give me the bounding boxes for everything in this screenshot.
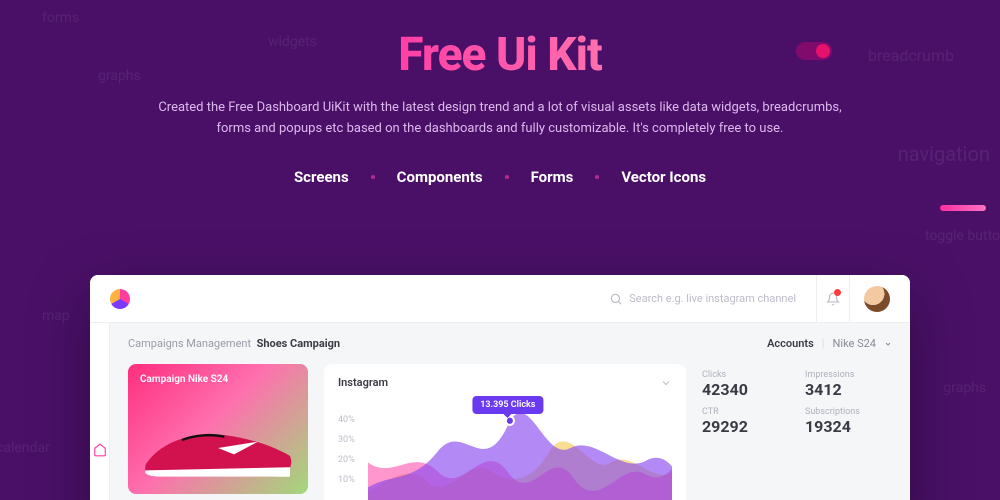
stat-label: Clicks — [702, 370, 789, 380]
shoe-illustration — [138, 408, 298, 488]
stat-clicks: Clicks 42340 — [702, 370, 789, 399]
stat-subscriptions: Subscriptions 19324 — [805, 407, 892, 436]
page-title: Free Ui Kit — [398, 28, 601, 82]
stat-impressions: Impressions 3412 — [805, 370, 892, 399]
nav-separator-icon — [505, 175, 509, 179]
nav-separator-icon — [595, 175, 599, 179]
nav-separator-icon — [371, 175, 375, 179]
avatar[interactable] — [864, 286, 890, 312]
chart-y-axis: 40% 30% 20% 10% — [338, 410, 355, 490]
campaign-card[interactable]: Campaign Nike S24 — [128, 364, 308, 494]
search-input[interactable]: Search e.g. live instagram channel — [609, 292, 796, 306]
bg-word-calendar: calendar — [0, 440, 50, 456]
stat-value: 29292 — [702, 417, 789, 436]
accounts-selected: Nike S24 — [833, 337, 876, 350]
chevron-down-icon[interactable] — [660, 377, 672, 389]
area-chart — [368, 400, 672, 500]
notification-badge-icon — [834, 289, 841, 296]
y-tick: 10% — [338, 470, 355, 490]
account-selector[interactable]: Accounts | Nike S24 — [767, 337, 892, 350]
breadcrumb: Campaigns Management Shoes Campaign Acco… — [128, 337, 892, 350]
search-placeholder: Search e.g. live instagram channel — [629, 292, 796, 305]
stat-value: 19324 — [805, 417, 892, 436]
y-tick: 40% — [338, 410, 355, 430]
hero-nav: Screens Components Forms Vector Icons — [0, 168, 1000, 186]
dashboard-topbar: Search e.g. live instagram channel — [90, 275, 910, 323]
bg-word-toggle: toggle butto — [925, 228, 1000, 244]
accounts-label: Accounts — [767, 337, 814, 350]
chart-title: Instagram — [338, 376, 388, 389]
campaign-card-title: Campaign Nike S24 — [140, 374, 228, 385]
chart-tooltip: 13.395 Clicks — [472, 396, 543, 414]
page-subtitle: Created the Free Dashboard UiKit with th… — [140, 98, 860, 140]
breadcrumb-prefix: Campaigns Management — [128, 337, 251, 350]
stat-label: Impressions — [805, 370, 892, 380]
stat-label: Subscriptions — [805, 407, 892, 417]
nav-forms[interactable]: Forms — [531, 168, 574, 186]
nav-screens[interactable]: Screens — [294, 168, 349, 186]
chart-area: 13.395 Clicks — [368, 400, 672, 500]
stats-grid: Clicks 42340 Impressions 3412 CTR 29292 … — [702, 364, 892, 436]
side-nav — [90, 323, 110, 500]
bg-word-map: map — [42, 308, 70, 324]
notifications-button[interactable] — [816, 275, 850, 323]
bg-accent-bar — [940, 205, 986, 211]
chart-card: Instagram 40% 30% 20% 10% 13.395 Clicks — [324, 364, 686, 500]
home-icon[interactable] — [93, 443, 107, 457]
stat-ctr: CTR 29292 — [702, 407, 789, 436]
stat-value: 3412 — [805, 380, 892, 399]
nav-components[interactable]: Components — [397, 168, 483, 186]
nav-vector-icons[interactable]: Vector Icons — [621, 168, 706, 186]
stat-label: CTR — [702, 407, 789, 417]
y-tick: 20% — [338, 450, 355, 470]
bg-word-graphs2: graphs — [943, 380, 986, 396]
dashboard-preview: Search e.g. live instagram channel Campa… — [90, 275, 910, 500]
logo-icon[interactable] — [110, 289, 130, 309]
breadcrumb-current: Shoes Campaign — [257, 337, 341, 350]
chevron-down-icon — [884, 340, 892, 348]
stat-value: 42340 — [702, 380, 789, 399]
y-tick: 30% — [338, 430, 355, 450]
search-icon — [609, 292, 623, 306]
